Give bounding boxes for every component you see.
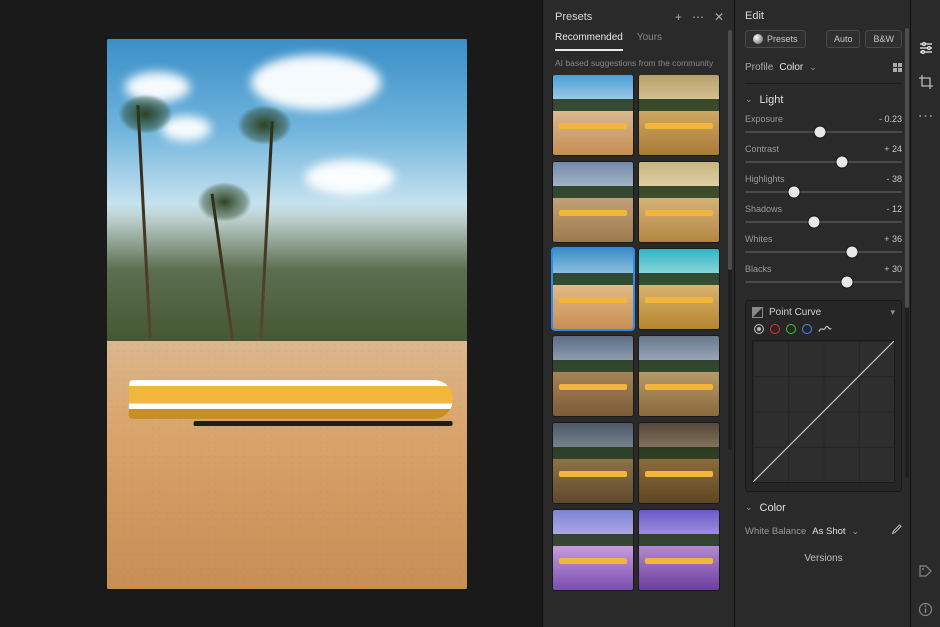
tab-yours[interactable]: Yours xyxy=(637,32,662,51)
preset-thumb[interactable] xyxy=(639,249,719,329)
chevron-down-icon: ⌄ xyxy=(745,502,753,513)
preset-thumb[interactable] xyxy=(639,510,719,590)
white-balance-value[interactable]: As Shot xyxy=(812,526,845,537)
preset-thumb[interactable] xyxy=(553,423,633,503)
versions-button[interactable]: Versions xyxy=(745,543,902,570)
slider-contrast[interactable]: Contrast+ 24 xyxy=(745,142,902,172)
crop-icon[interactable] xyxy=(918,74,934,90)
curve-channel-rgb[interactable] xyxy=(754,324,764,334)
bw-button[interactable]: B&W xyxy=(865,30,902,48)
main-photo[interactable] xyxy=(107,39,467,589)
edit-scrollbar[interactable] xyxy=(905,28,909,478)
chevron-down-icon[interactable]: ⌄ xyxy=(852,526,860,537)
chevron-down-icon[interactable]: ⌄ xyxy=(809,62,817,73)
preset-thumb[interactable] xyxy=(553,336,633,416)
tag-icon[interactable] xyxy=(918,563,934,579)
presets-title: Presets xyxy=(555,11,592,23)
canvas-area xyxy=(0,0,542,627)
preset-thumb[interactable] xyxy=(639,336,719,416)
preset-thumb[interactable] xyxy=(553,249,633,329)
slider-blacks[interactable]: Blacks+ 30 xyxy=(745,262,902,292)
curve-channel-green[interactable] xyxy=(786,324,796,334)
tab-recommended[interactable]: Recommended xyxy=(555,32,623,51)
more-tools-icon[interactable]: ⋯ xyxy=(918,108,934,124)
presets-hint: AI based suggestions from the community xyxy=(543,51,734,75)
section-light[interactable]: ⌄ Light xyxy=(745,84,902,112)
edit-title: Edit xyxy=(745,10,764,22)
curve-channel-blue[interactable] xyxy=(802,324,812,334)
slider-whites[interactable]: Whites+ 36 xyxy=(745,232,902,262)
profile-value[interactable]: Color xyxy=(779,62,803,73)
auto-button[interactable]: Auto xyxy=(826,30,861,48)
profile-browser-icon[interactable] xyxy=(893,63,902,72)
preset-thumb[interactable] xyxy=(553,75,633,155)
presets-panel: Presets + ⋯ ✕ Recommended Yours AI based… xyxy=(542,0,734,627)
point-curve-panel: Point Curve ▾ xyxy=(745,300,902,492)
curve-channel-red[interactable] xyxy=(770,324,780,334)
slider-shadows[interactable]: Shadows- 12 xyxy=(745,202,902,232)
more-icon[interactable]: ⋯ xyxy=(692,10,704,24)
presets-dot-icon xyxy=(753,34,763,44)
tone-curve[interactable] xyxy=(752,340,895,483)
chevron-down-icon: ⌄ xyxy=(745,94,753,105)
preset-thumb[interactable] xyxy=(639,423,719,503)
close-panel-icon[interactable]: ✕ xyxy=(714,10,724,24)
curve-title: Point Curve xyxy=(769,307,821,318)
slider-exposure[interactable]: Exposure- 0.23 xyxy=(745,112,902,142)
edit-sliders-icon[interactable] xyxy=(918,40,934,56)
preset-thumb[interactable] xyxy=(639,75,719,155)
preset-thumb[interactable] xyxy=(639,162,719,242)
presets-button[interactable]: Presets xyxy=(745,30,806,48)
curve-collapse-icon[interactable]: ▾ xyxy=(890,307,895,318)
info-icon[interactable] xyxy=(918,601,934,617)
preset-thumb[interactable] xyxy=(553,510,633,590)
white-balance-label: White Balance xyxy=(745,526,806,537)
edit-panel: Edit Presets Auto B&W Profile Color ⌄ xyxy=(734,0,910,627)
eyedropper-icon[interactable] xyxy=(890,524,902,539)
add-preset-icon[interactable]: + xyxy=(675,10,682,24)
preset-thumb[interactable] xyxy=(553,162,633,242)
presets-scrollbar[interactable] xyxy=(728,30,732,450)
tool-strip: ⋯ xyxy=(910,0,940,627)
slider-highlights[interactable]: Highlights- 38 xyxy=(745,172,902,202)
curve-mode-icon[interactable] xyxy=(752,307,763,318)
section-color[interactable]: ⌄ Color xyxy=(745,492,902,520)
parametric-curve-icon[interactable] xyxy=(818,324,832,334)
profile-label: Profile xyxy=(745,62,773,73)
